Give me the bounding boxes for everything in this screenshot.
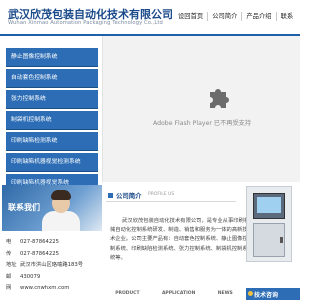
tab-application[interactable]: APPLICATION [162,291,195,300]
sidebar-item-static-image[interactable]: 静止图像控制系统 [6,48,98,67]
sidebar-item-bag-making[interactable]: 制袋机控制系统 [6,111,98,130]
tab-news[interactable]: NEWS [218,291,233,300]
flash-banner: Adobe Flash Player 已不再受支持 [102,36,300,182]
bottom-tabs: PRODUCT APPLICATION NEWS [104,291,244,300]
sidebar-item-auto-register[interactable]: 自动套色控制系统 [6,69,98,88]
contact-website: 网 www.cnwhxm.com [6,285,70,291]
tech-support-button[interactable]: 技术咨询 [246,288,300,300]
intro-bullet-icon [108,193,113,198]
contact-info: 电 027-87864225 传 027-87864225 地址 武汉市洪山区珞… [6,237,102,295]
contact-postcode: 邮 430079 [6,273,41,280]
contact-heading: 联系我们 [8,203,40,212]
contact-fax: 传 027-87864225 [6,250,59,257]
product-machine-image[interactable] [246,186,292,262]
sidebar-item-tension[interactable]: 张力控制系统 [6,90,98,109]
sidebar-menu: 静止图像控制系统 自动套色控制系统 张力控制系统 制袋机控制系统 印刷缺陷检测系… [6,48,98,195]
sidebar-item-defect-detection[interactable]: 印刷缺陷检测系统 [6,132,98,151]
plugin-puzzle-icon [210,89,229,108]
company-english-name: Wuhan Xinmao Automation Packaging Techno… [8,20,163,26]
flash-unsupported-message: Adobe Flash Player 已不再受支持 [152,120,252,127]
top-navigation: 设回首页 公司简介 产品介绍 联系 [172,12,297,21]
nav-about[interactable]: 公司简介 [207,12,241,21]
tech-support-label: 技术咨询 [254,292,279,299]
tab-product[interactable]: PRODUCT [115,291,139,300]
nav-contact[interactable]: 联系 [275,12,298,21]
contact-phone: 电 027-87864225 [6,239,59,245]
intro-title[interactable]: 公司简介 [116,191,142,200]
nav-home[interactable]: 设回首页 [172,12,207,21]
lightbulb-icon [248,291,253,296]
nav-products[interactable]: 产品介绍 [241,12,275,21]
intro-body: 武汉欣茂包装自动化技术有限公司，是专业从事印刷机械自动化控制系统研发、制造、销售… [110,218,250,261]
contact-address: 地址 武汉市洪山区珞喻路183号 [6,262,84,268]
intro-header: 公司简介 PROFILE US [106,191,236,202]
intro-subtitle: PROFILE US [148,192,175,197]
sidebar-item-vision-detection[interactable]: 印刷缺陷机器视觉检测系统 [6,153,98,172]
